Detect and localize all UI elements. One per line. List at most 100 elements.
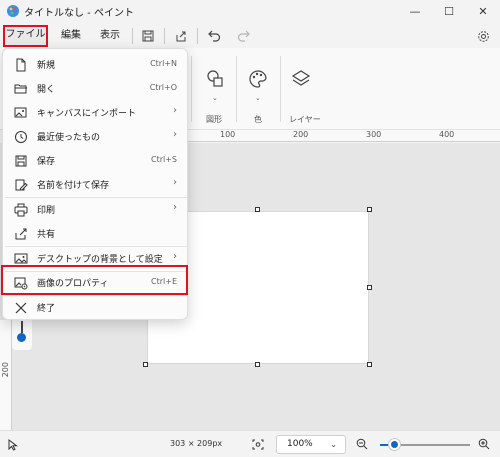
menu-item-label: 印刷	[37, 206, 56, 216]
shapes-chevron-down-icon[interactable]: ⌄	[212, 94, 218, 102]
ribbon-divider	[280, 56, 281, 122]
shapes-group-label: 図形	[206, 115, 222, 124]
share-icon	[176, 31, 186, 42]
share-toolbar-button[interactable]	[172, 28, 190, 44]
view-menu[interactable]: 表示	[94, 27, 126, 45]
chevron-right-icon: ›	[173, 177, 177, 188]
new-file-icon	[16, 58, 26, 72]
menu-item-label: 名前を付けて保存	[37, 181, 110, 191]
menu-item-label: 最近使ったもの	[37, 133, 101, 143]
resize-handle[interactable]	[143, 362, 148, 367]
status-bar: 303 × 209px 100% ⌄	[0, 430, 500, 457]
chevron-right-icon: ›	[173, 129, 177, 140]
pointer-icon	[8, 439, 18, 451]
menu-item-shortcut: Ctrl+O	[149, 83, 177, 92]
menu-item-exit[interactable]: 終了	[5, 296, 187, 320]
ribbon-divider	[236, 56, 237, 122]
layers-group-label: レイヤー	[289, 115, 321, 124]
menu-item-print[interactable]: 印刷 ›	[5, 198, 187, 222]
menu-item-import-to-canvas[interactable]: キャンバスにインポート ›	[5, 101, 187, 125]
title-bar: タイトルなし - ペイント — ☐ ✕	[0, 0, 500, 22]
file-menu[interactable]: ファイル	[3, 25, 48, 47]
settings-button[interactable]	[474, 28, 492, 44]
edit-menu[interactable]: 編集	[55, 27, 87, 45]
zoom-in-icon[interactable]	[478, 438, 490, 450]
ribbon-divider	[191, 56, 192, 122]
zoom-value: 100%	[287, 439, 313, 449]
ruler-mark: 200	[293, 130, 309, 139]
slider-track	[21, 321, 23, 333]
menu-item-label: 新規	[37, 61, 56, 71]
resize-handle[interactable]	[255, 207, 260, 212]
menu-item-open[interactable]: 開く Ctrl+O	[5, 77, 187, 101]
import-image-icon	[14, 107, 27, 118]
menu-item-label: 共有	[37, 230, 56, 240]
menu-item-new[interactable]: 新規 Ctrl+N	[5, 53, 187, 77]
resize-handle[interactable]	[367, 362, 372, 367]
chevron-right-icon: ›	[173, 202, 177, 213]
color-group-label: 色	[254, 115, 262, 124]
canvas-dimensions: 303 × 209px	[170, 439, 223, 448]
save-icon	[15, 155, 27, 167]
color-palette-icon[interactable]	[247, 68, 269, 90]
vertical-ruler: 200	[0, 320, 12, 430]
resize-handle[interactable]	[367, 207, 372, 212]
maximize-button[interactable]: ☐	[432, 0, 466, 22]
ruler-mark: 400	[439, 130, 455, 139]
resize-handle[interactable]	[255, 362, 260, 367]
horizontal-ruler: 100 200 300 400	[188, 130, 500, 142]
gear-icon	[477, 30, 489, 42]
paint-app-icon	[7, 5, 19, 17]
close-icon: ✕	[478, 4, 488, 18]
menu-item-share[interactable]: 共有	[5, 222, 187, 246]
brush-size-slider[interactable]	[12, 318, 32, 350]
vertical-ruler-mark: 200	[1, 362, 10, 378]
menubar-separator	[197, 28, 198, 44]
ruler-mark: 100	[220, 130, 236, 139]
share-icon	[15, 228, 27, 240]
minimize-button[interactable]: —	[398, 0, 432, 22]
exit-icon	[15, 302, 27, 314]
redo-icon	[237, 30, 250, 42]
chevron-right-icon: ›	[173, 105, 177, 116]
fit-to-window-icon[interactable]	[252, 439, 264, 450]
resize-handle[interactable]	[367, 285, 372, 290]
menu-bar: ファイル 編集 表示	[0, 22, 500, 48]
menubar-separator	[164, 28, 165, 44]
shapes-icon[interactable]	[204, 68, 226, 90]
zoom-dropdown[interactable]: 100% ⌄	[276, 435, 346, 454]
layers-icon[interactable]	[290, 68, 312, 90]
menu-item-label: デスクトップの背景として設定	[37, 255, 163, 265]
save-icon	[142, 30, 154, 42]
zoom-out-icon[interactable]	[356, 438, 368, 450]
clock-icon	[15, 131, 27, 143]
menu-item-recent[interactable]: 最近使ったもの ›	[5, 125, 187, 149]
print-icon	[14, 203, 28, 217]
menu-item-label: キャンバスにインポート	[37, 109, 137, 119]
menu-item-save[interactable]: 保存 Ctrl+S	[5, 149, 187, 173]
menu-item-label: 開く	[37, 85, 56, 95]
chevron-right-icon: ›	[173, 251, 177, 262]
minimize-icon: —	[409, 4, 421, 18]
color-chevron-down-icon[interactable]: ⌄	[255, 94, 261, 102]
folder-open-icon	[14, 84, 27, 94]
window-title: タイトルなし - ペイント	[24, 8, 134, 19]
menu-item-shortcut: Ctrl+N	[150, 59, 177, 68]
slider-thumb[interactable]	[17, 333, 26, 342]
menu-item-label: 終了	[37, 304, 56, 314]
chevron-down-icon: ⌄	[330, 440, 337, 449]
menu-item-save-as[interactable]: 名前を付けて保存 ›	[5, 173, 187, 197]
desktop-background-icon	[14, 253, 28, 264]
menu-item-label: 保存	[37, 157, 56, 167]
zoom-slider-thumb[interactable]	[389, 439, 400, 450]
undo-button[interactable]	[205, 28, 223, 44]
maximize-icon: ☐	[444, 4, 454, 18]
save-toolbar-button[interactable]	[139, 28, 157, 44]
menubar-separator	[132, 28, 133, 44]
close-button[interactable]: ✕	[466, 0, 500, 22]
highlight-box	[1, 265, 188, 295]
menu-item-shortcut: Ctrl+S	[150, 155, 177, 164]
redo-button[interactable]	[234, 28, 252, 44]
save-as-icon	[15, 179, 28, 191]
undo-icon	[207, 30, 220, 42]
